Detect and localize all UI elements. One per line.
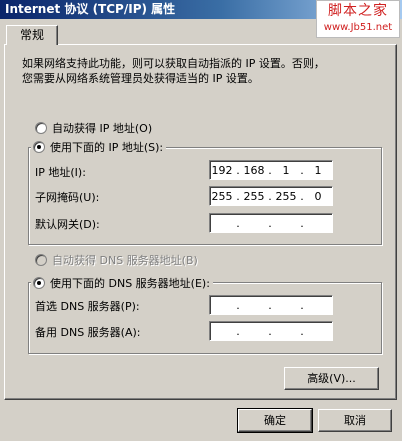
ok-button[interactable]: 确定 <box>237 408 313 433</box>
ip-address-octet-3[interactable]: 1 <box>274 164 298 177</box>
subnet-mask-octet-1[interactable]: 255 <box>210 190 234 203</box>
ip-dot: . <box>300 163 304 177</box>
radio-manual-dns[interactable]: 使用下面的 DNS 服务器地址(E): <box>31 275 213 291</box>
subnet-mask-octet-4[interactable]: 0 <box>306 190 330 203</box>
ip-dot: . <box>236 189 240 203</box>
ip-dot: . <box>236 216 240 230</box>
tab-panel-general <box>4 44 397 400</box>
default-gateway-field[interactable]: . . . <box>209 213 333 233</box>
ip-dot: . <box>268 189 272 203</box>
subnet-mask-octet-2[interactable]: 255 <box>242 190 266 203</box>
ip-address-field[interactable]: 192 . 168 . 1 . 1 <box>209 160 333 180</box>
ip-dot: . <box>300 216 304 230</box>
tab-general[interactable]: 常规 <box>6 25 58 45</box>
ip-dot: . <box>268 298 272 312</box>
ip-dot: . <box>236 298 240 312</box>
ip-dot: . <box>236 324 240 338</box>
radio-manual-dns-label: 使用下面的 DNS 服务器地址(E): <box>50 277 210 290</box>
ip-address-octet-2[interactable]: 168 <box>242 164 266 177</box>
ip-address-octet-1[interactable]: 192 <box>210 164 234 177</box>
subnet-mask-field[interactable]: 255 . 255 . 255 . 0 <box>209 186 333 206</box>
tcpip-properties-dialog: Internet 协议 (TCP/IP) 属性 脚本之家 www.Jb51.ne… <box>0 0 402 441</box>
ip-dot: . <box>300 298 304 312</box>
radio-manual-dns-circle[interactable] <box>33 277 45 289</box>
radio-manual-ip[interactable]: 使用下面的 IP 地址(S): <box>31 139 167 155</box>
alternate-dns-field[interactable]: . . . <box>209 321 333 341</box>
watermark-bottom-text: www.Jb51.net <box>323 22 393 33</box>
ip-address-octet-4[interactable]: 1 <box>306 164 330 177</box>
ip-dot: . <box>268 216 272 230</box>
window-title: Internet 协议 (TCP/IP) 属性 <box>5 2 176 16</box>
ip-dot: . <box>300 189 304 203</box>
ip-dot: . <box>236 163 240 177</box>
ip-dot: . <box>268 163 272 177</box>
preferred-dns-field[interactable]: . . . <box>209 295 333 315</box>
ip-dot: . <box>268 324 272 338</box>
watermark-logo: 脚本之家 www.Jb51.net <box>316 0 400 38</box>
cancel-button[interactable]: 取消 <box>318 409 392 432</box>
radio-manual-ip-label: 使用下面的 IP 地址(S): <box>50 141 164 154</box>
ip-dot: . <box>300 324 304 338</box>
subnet-mask-octet-3[interactable]: 255 <box>274 190 298 203</box>
watermark-top-text: 脚本之家 <box>328 3 388 19</box>
radio-manual-ip-circle[interactable] <box>33 141 45 153</box>
